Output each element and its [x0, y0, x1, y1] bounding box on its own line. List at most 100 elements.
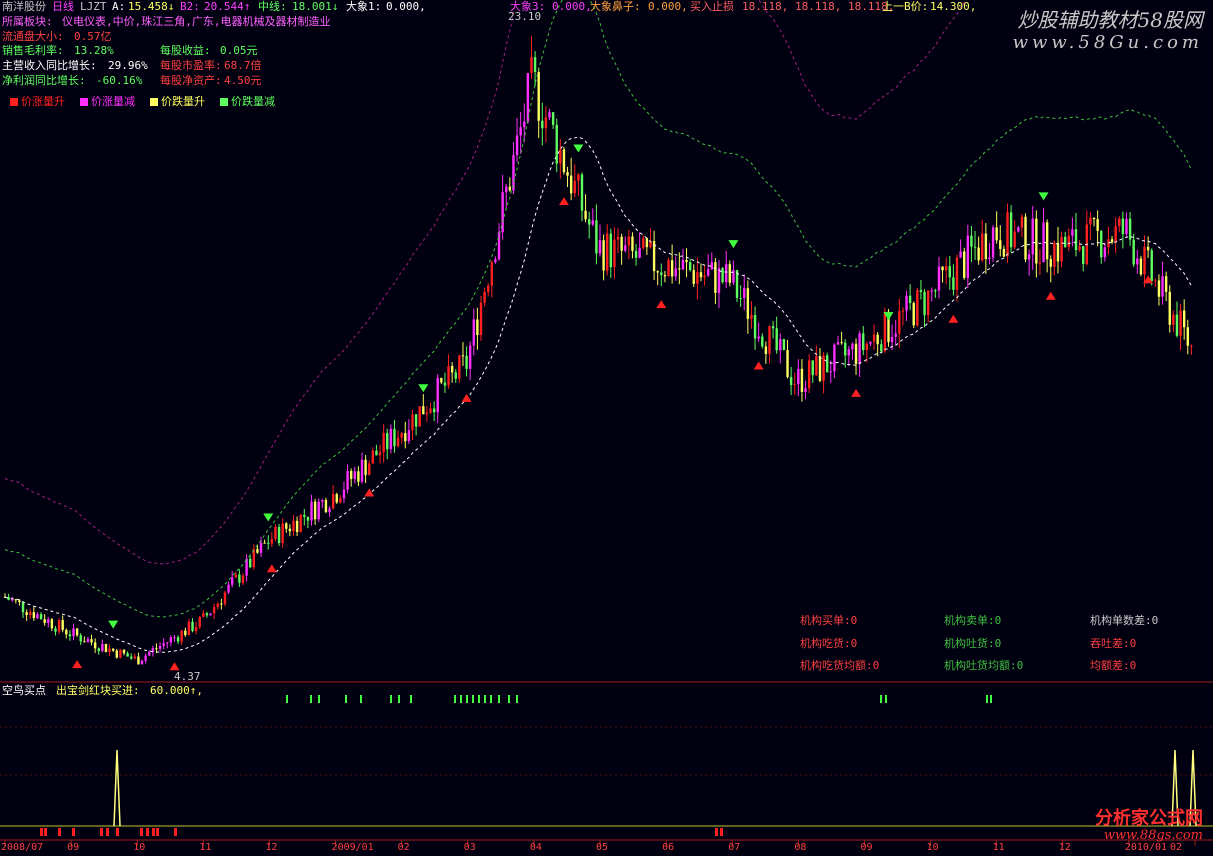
candle-body: [519, 127, 522, 136]
inst-amt-diff: 均额差:0: [1090, 659, 1136, 673]
candle-body: [54, 628, 57, 632]
sub-buy-block: [106, 828, 109, 836]
candle-body: [966, 235, 970, 278]
candle-body: [926, 290, 930, 316]
candle-body: [378, 452, 382, 456]
candle-body: [1157, 280, 1161, 297]
legend-label-0: 价涨量升: [21, 95, 65, 108]
candle-body: [981, 233, 984, 261]
candle-body: [249, 558, 252, 568]
candle-body: [1013, 231, 1016, 248]
header-b-label: 上一B价:: [882, 0, 929, 13]
inst-diff: 机构单数差:0: [1090, 614, 1158, 628]
candle-body: [368, 463, 371, 476]
header-indicator[interactable]: LJZT: [80, 0, 107, 14]
candle-body: [797, 368, 800, 385]
sub-green-tick: [360, 695, 362, 703]
candle-body: [1045, 222, 1049, 260]
candle-body: [602, 240, 605, 271]
candle-body: [858, 333, 861, 364]
candle-body: [735, 270, 739, 298]
buy-signal-marker: [948, 314, 959, 323]
candle-body: [1118, 218, 1121, 227]
candle-body: [11, 599, 14, 601]
candle-body: [768, 326, 771, 354]
candle-body: [642, 238, 645, 248]
sub-signal-label: 出宝剑红块买进:: [56, 684, 140, 697]
candle-body: [263, 542, 266, 544]
candle-body: [587, 219, 591, 225]
x-tick-label: 11: [992, 842, 1005, 853]
sub-green-tick: [478, 695, 480, 703]
inst-eat: 机构吃货:0: [800, 637, 857, 651]
candle-body: [775, 328, 778, 351]
np-growth-value: -60.16%: [96, 74, 143, 87]
candle-body: [544, 117, 548, 129]
candle-body: [72, 628, 75, 637]
candle-body: [90, 639, 93, 643]
candle-body: [598, 240, 602, 254]
candle-body: [995, 227, 998, 241]
candle-body: [270, 539, 274, 544]
sub-buy-block: [44, 828, 47, 836]
inst-buy-label: 机构买单:: [800, 614, 851, 627]
candle-body: [487, 285, 490, 292]
sub-buy-block: [72, 828, 75, 836]
candle-body: [844, 342, 847, 356]
legend-swatch-2: [150, 98, 158, 106]
inst-eat-value: 0: [850, 637, 858, 650]
inst-diff-value: 0: [1151, 614, 1159, 627]
sub-indicator-name[interactable]: 空鸟买点: [2, 684, 46, 698]
candle-body: [306, 516, 310, 521]
sector-value: 仪电仪表,中价,珠江三角,广东,电器机械及器材制造业: [62, 15, 331, 28]
candle-body: [137, 656, 140, 665]
candle-body: [277, 526, 281, 544]
candle-body: [584, 210, 587, 220]
candle-body: [371, 450, 375, 464]
inst-sell: 机构卖单:0: [944, 614, 1001, 628]
candle-body: [194, 627, 198, 632]
x-tick-label: 04: [529, 842, 542, 853]
inst-eat-label: 机构吃货:: [800, 637, 851, 650]
x-tick-label: 06: [662, 842, 675, 853]
candle-body: [79, 635, 82, 642]
candle-body: [1049, 259, 1052, 267]
candle-body: [508, 186, 512, 191]
candle-body: [497, 232, 501, 260]
candle-body: [883, 311, 887, 352]
sub-green-tick: [410, 695, 412, 703]
candle-body: [317, 501, 320, 520]
candle-body: [948, 266, 951, 278]
candle-body: [876, 334, 879, 345]
inst-spit-amt: 机构吐货均额:0: [944, 659, 1023, 673]
legend-item-1: 价涨量减: [80, 95, 135, 109]
candle-body: [65, 629, 68, 635]
candle-body: [1053, 242, 1056, 267]
candle-body: [973, 246, 977, 248]
candle-body: [779, 339, 782, 351]
header-a-label: A:: [112, 0, 126, 13]
candle-body: [1006, 212, 1009, 257]
candle-body: [7, 597, 10, 600]
candle-body: [389, 428, 393, 450]
sub-green-tick: [345, 695, 347, 703]
candle-body: [230, 577, 234, 585]
candle-body: [86, 639, 90, 643]
candle-body: [331, 494, 335, 509]
candle-body: [717, 268, 721, 293]
candle-body: [616, 236, 620, 240]
candle-body: [119, 649, 122, 658]
candle-body: [1172, 314, 1175, 325]
legend-item-0: 价涨量升: [10, 95, 65, 109]
legend-swatch-3: [220, 98, 228, 106]
candle-body: [111, 648, 115, 651]
candle-body: [580, 174, 584, 211]
candle-body: [1027, 254, 1031, 260]
candle-body: [281, 523, 284, 544]
header-period[interactable]: 日线: [52, 0, 74, 14]
header-b2-value: 20.544↑: [204, 0, 251, 13]
candle-body: [162, 643, 165, 647]
candle-body: [1092, 217, 1096, 220]
candle-body: [1190, 345, 1193, 347]
candle-body: [349, 470, 353, 479]
